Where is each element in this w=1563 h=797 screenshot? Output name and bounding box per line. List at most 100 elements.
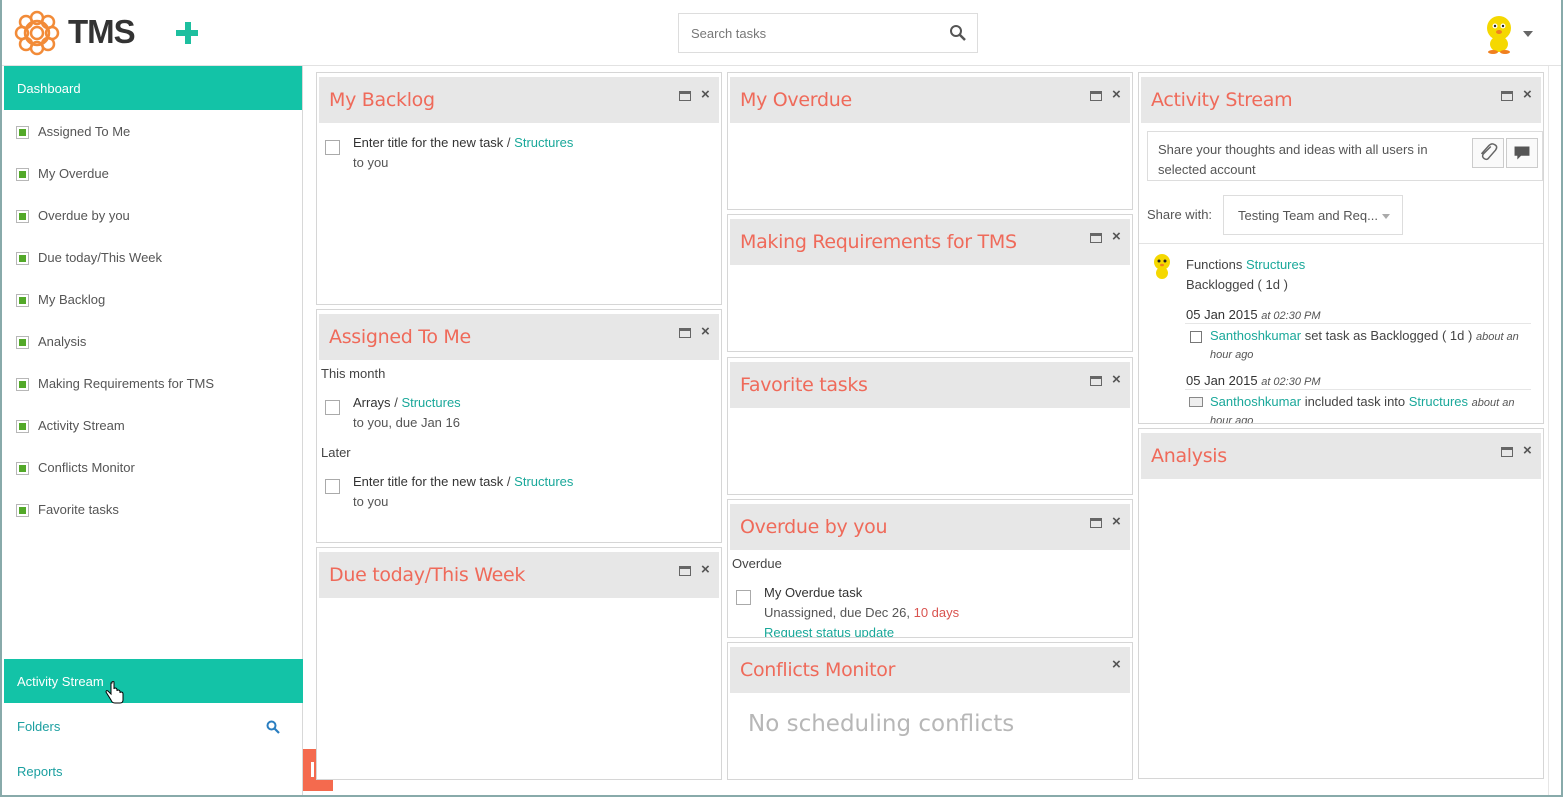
minimize-icon[interactable] [679, 91, 691, 101]
close-icon[interactable]: × [701, 324, 710, 339]
group-label-later: Later [321, 445, 351, 460]
share-thoughts-input[interactable]: Share your thoughts and ideas with all u… [1147, 131, 1543, 181]
widget-header: Favorite tasks × [730, 362, 1130, 408]
widget-title[interactable]: Favorite tasks [740, 374, 868, 396]
widget-due-today: Due today/This Week × [316, 547, 722, 780]
sidebar-item-my-overdue[interactable]: My Overdue [4, 152, 302, 194]
task-title[interactable]: My Overdue task [764, 583, 1132, 603]
widget-title[interactable]: My Backlog [329, 89, 435, 111]
nav-activity-stream[interactable]: Activity Stream [4, 659, 303, 704]
minimize-icon[interactable] [1090, 91, 1102, 101]
event-text: set task as Backlogged ( 1d ) [1304, 328, 1473, 343]
close-icon[interactable]: × [1112, 87, 1121, 102]
task-separator: / [506, 474, 511, 489]
event-user-link[interactable]: Santhoshkumar [1210, 328, 1301, 343]
checkbox-icon[interactable] [16, 462, 29, 475]
sidebar-item-my-backlog[interactable]: My Backlog [4, 278, 302, 320]
stream-entry-status: Backlogged ( 1d ) [1186, 277, 1288, 292]
stream-task-name[interactable]: Functions [1186, 257, 1242, 272]
sidebar-item-overdue-by-you[interactable]: Overdue by you [4, 194, 302, 236]
event-ago: about an [1475, 331, 1519, 343]
close-icon[interactable]: × [1112, 657, 1121, 672]
page-scrollbar[interactable] [1548, 66, 1559, 795]
minimize-icon[interactable] [1501, 447, 1513, 457]
sidebar-item-activity-stream[interactable]: Activity Stream [4, 404, 302, 446]
attach-button[interactable] [1472, 138, 1504, 168]
sidebar-item-label: My Backlog [38, 292, 106, 307]
search-input[interactable] [679, 14, 939, 52]
task-project-link[interactable]: Structures [514, 135, 573, 150]
checkbox-icon[interactable] [16, 504, 29, 517]
close-icon[interactable]: × [1523, 443, 1532, 458]
task-title[interactable]: Enter title for the new task [353, 135, 503, 150]
checkbox-icon[interactable] [16, 336, 29, 349]
sidebar-item-due-today[interactable]: Due today/This Week [4, 236, 302, 278]
checkbox-icon[interactable] [16, 168, 29, 181]
sidebar-header-dashboard[interactable]: Dashboard [4, 66, 302, 110]
widget-activity-stream: Activity Stream × Share your thoughts an… [1138, 72, 1544, 424]
close-icon[interactable]: × [1112, 229, 1121, 244]
widget-title[interactable]: Conflicts Monitor [740, 659, 895, 681]
hand-cursor-icon [105, 681, 124, 704]
minimize-icon[interactable] [1090, 233, 1102, 243]
checkbox-icon[interactable] [16, 378, 29, 391]
checkbox-icon[interactable] [16, 126, 29, 139]
minimize-icon[interactable] [679, 566, 691, 576]
checkbox-icon[interactable] [16, 210, 29, 223]
user-menu-caret-icon[interactable] [1523, 31, 1533, 37]
close-icon[interactable]: × [701, 562, 710, 577]
nav-folders-label: Folders [17, 719, 61, 734]
event-project-link[interactable]: Structures [1409, 394, 1468, 409]
task-checkbox[interactable] [736, 590, 751, 605]
sidebar-item-making-requirements[interactable]: Making Requirements for TMS [4, 362, 302, 404]
widget-header: Due today/This Week × [319, 552, 719, 598]
task-title[interactable]: Arrays [353, 395, 391, 410]
nav-reports[interactable]: Reports [4, 748, 303, 793]
sidebar-item-conflicts-monitor[interactable]: Conflicts Monitor [4, 446, 302, 488]
user-avatar-icon[interactable] [1480, 12, 1518, 54]
event-user-link[interactable]: Santhoshkumar [1210, 394, 1301, 409]
task-checkbox[interactable] [325, 479, 340, 494]
stream-project-link[interactable]: Structures [1246, 257, 1305, 272]
folder-icon [1189, 397, 1203, 407]
minimize-icon[interactable] [1501, 91, 1513, 101]
task-project-link[interactable]: Structures [514, 474, 573, 489]
tms-logo-icon[interactable] [12, 8, 62, 58]
minimize-icon[interactable] [1090, 518, 1102, 528]
widget-title[interactable]: Due today/This Week [329, 564, 525, 586]
widget-title[interactable]: Assigned To Me [329, 326, 471, 348]
task-title[interactable]: Enter title for the new task [353, 474, 503, 489]
divider [1185, 389, 1531, 390]
minimize-icon[interactable] [1090, 376, 1102, 386]
close-icon[interactable]: × [1112, 372, 1121, 387]
checkbox-icon[interactable] [16, 420, 29, 433]
sidebar-item-analysis[interactable]: Analysis [4, 320, 302, 362]
widget-title[interactable]: Activity Stream [1151, 89, 1293, 111]
task-checkbox[interactable] [325, 400, 340, 415]
close-icon[interactable]: × [1523, 87, 1532, 102]
widget-title[interactable]: My Overdue [740, 89, 852, 111]
comment-icon [1514, 146, 1530, 160]
folder-search-icon[interactable] [266, 720, 280, 734]
comment-button[interactable] [1506, 138, 1538, 168]
add-task-button[interactable] [174, 18, 202, 46]
nav-folders[interactable]: Folders [4, 703, 303, 748]
share-with-select[interactable]: Testing Team and Req... [1223, 195, 1403, 235]
close-icon[interactable]: × [701, 87, 710, 102]
task-checkbox[interactable] [325, 140, 340, 155]
widget-title[interactable]: Making Requirements for TMS [740, 231, 1017, 253]
checkbox-icon[interactable] [16, 252, 29, 265]
close-icon[interactable]: × [1112, 514, 1121, 529]
request-status-update-link[interactable]: Request status update [764, 623, 1132, 637]
widget-conflicts-monitor: Conflicts Monitor × No scheduling confli… [727, 642, 1133, 780]
task-project-link[interactable]: Structures [401, 395, 460, 410]
sidebar-item-label: Due today/This Week [38, 250, 163, 265]
widget-title[interactable]: Overdue by you [740, 516, 888, 538]
sidebar-item-favorite-tasks[interactable]: Favorite tasks [4, 488, 302, 530]
sidebar-item-assigned-to-me[interactable]: Assigned To Me [4, 110, 302, 152]
app-name[interactable]: TMS [68, 13, 136, 51]
minimize-icon[interactable] [679, 328, 691, 338]
checkbox-icon[interactable] [16, 294, 29, 307]
widget-title[interactable]: Analysis [1151, 445, 1227, 467]
search-icon[interactable] [949, 24, 967, 42]
